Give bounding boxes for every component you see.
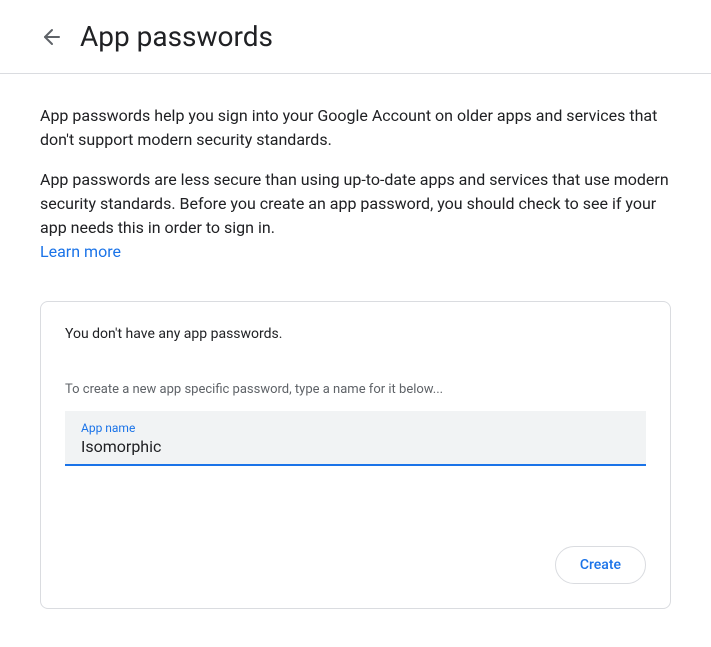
page-header: App passwords	[0, 0, 711, 74]
button-row: Create	[65, 546, 646, 584]
app-passwords-card: You don't have any app passwords. To cre…	[40, 301, 671, 609]
arrow-left-icon	[40, 25, 64, 49]
create-button[interactable]: Create	[555, 546, 646, 584]
status-text: You don't have any app passwords.	[65, 326, 646, 342]
app-name-input[interactable]	[81, 437, 630, 456]
description-paragraph-2: App passwords are less secure than using…	[40, 168, 671, 240]
app-name-label: App name	[81, 421, 630, 435]
description-paragraph-1: App passwords help you sign into your Go…	[40, 104, 671, 152]
instruction-text: To create a new app specific password, t…	[65, 382, 646, 397]
learn-more-link[interactable]: Learn more	[40, 242, 121, 261]
back-button[interactable]	[40, 25, 64, 49]
page-content: App passwords help you sign into your Go…	[0, 74, 711, 639]
page-title: App passwords	[80, 20, 273, 53]
app-name-field-wrapper[interactable]: App name	[65, 411, 646, 466]
